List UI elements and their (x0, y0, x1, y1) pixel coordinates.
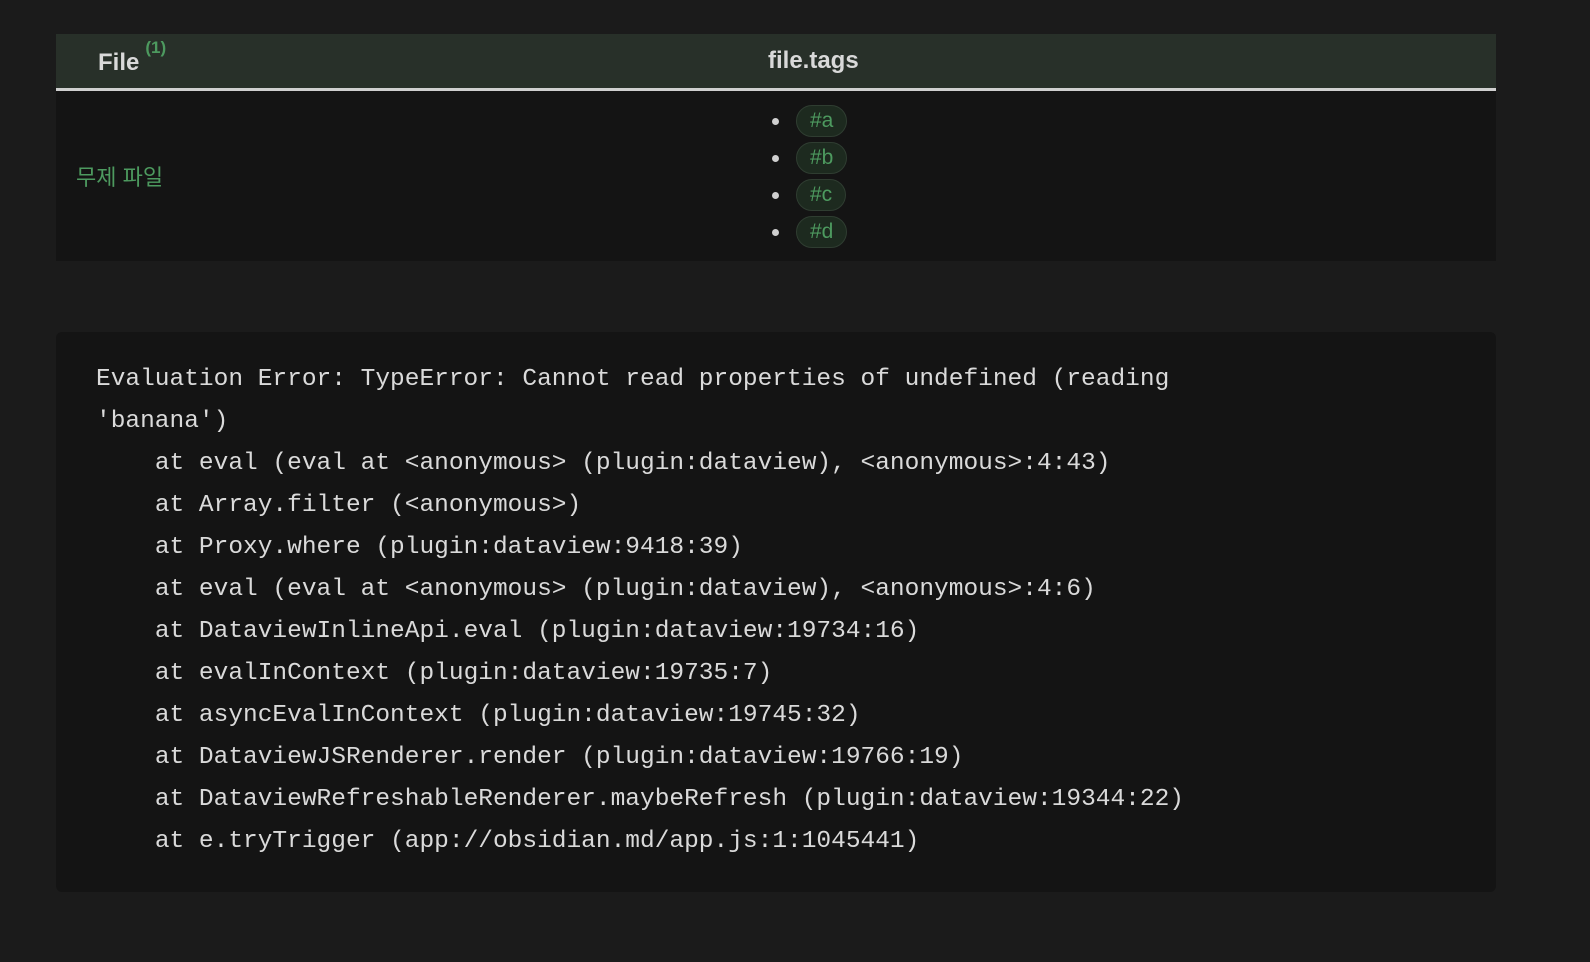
stack-trace-line: at asyncEvalInContext (plugin:dataview:1… (96, 702, 861, 729)
tag-list-item: #b (768, 139, 1496, 176)
dataview-table: File(1) file.tags 무제 파일 #a #b #c #d (56, 34, 1496, 261)
tag-d[interactable]: #d (796, 215, 848, 248)
column-header-tags-label: file.tags (768, 47, 859, 74)
tag-list-item: #d (768, 213, 1496, 250)
stack-trace-line: at eval (eval at <anonymous> (plugin:dat… (96, 450, 1111, 477)
header-row: File(1) file.tags (56, 34, 1496, 91)
table-body: 무제 파일 #a #b #c #d (56, 89, 1496, 261)
tags-cell: #a #b #c #d (768, 89, 1496, 261)
stack-trace-line: at eval (eval at <anonymous> (plugin:dat… (96, 576, 1096, 603)
tag-b[interactable]: #b (796, 141, 848, 174)
stack-trace-line: at DataviewRefreshableRenderer.maybeRefr… (96, 786, 1184, 813)
column-header-file[interactable]: File(1) (56, 34, 768, 91)
error-line: Evaluation Error: TypeError: Cannot read… (96, 366, 1170, 393)
error-block: Evaluation Error: TypeError: Cannot read… (56, 332, 1496, 892)
stack-trace-line: at DataviewJSRenderer.render (plugin:dat… (96, 744, 964, 771)
error-message: Evaluation Error: TypeError: Cannot read… (96, 359, 1456, 863)
tag-c[interactable]: #c (796, 178, 847, 211)
tag-list: #a #b #c #d (768, 102, 1496, 250)
column-header-file-label: File (98, 48, 140, 76)
stack-trace-line: at evalInContext (plugin:dataview:19735:… (96, 660, 773, 687)
file-link[interactable]: 무제 파일 (76, 165, 163, 190)
table-header: File(1) file.tags (56, 34, 1496, 91)
stack-trace-line: at e.tryTrigger (app://obsidian.md/app.j… (96, 828, 920, 855)
file-cell: 무제 파일 (56, 89, 768, 261)
stack-trace-line: at Array.filter (<anonymous>) (96, 492, 582, 519)
error-line: 'banana') (96, 408, 229, 435)
table-row: 무제 파일 #a #b #c #d (56, 89, 1496, 261)
stack-trace-line: at DataviewInlineApi.eval (plugin:datavi… (96, 618, 920, 645)
tag-list-item: #a (768, 102, 1496, 139)
tag-list-item: #c (768, 176, 1496, 213)
tag-a[interactable]: #a (796, 104, 848, 137)
stack-trace-line: at Proxy.where (plugin:dataview:9418:39) (96, 534, 743, 561)
result-count: (1) (145, 37, 167, 57)
column-header-tags[interactable]: file.tags (768, 34, 1496, 91)
